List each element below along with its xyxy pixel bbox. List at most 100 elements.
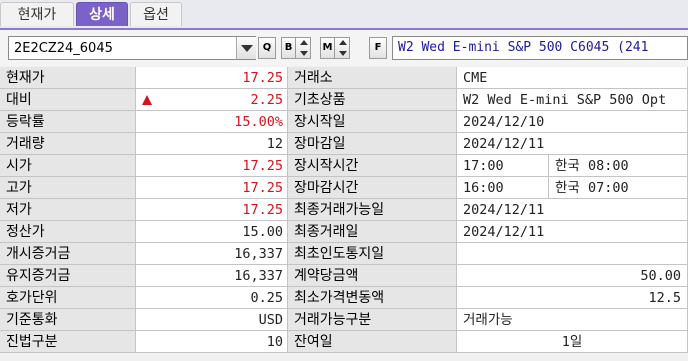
tab-detail[interactable]: 상세 <box>76 2 128 26</box>
b-label: B <box>284 42 293 53</box>
detail-row: 호가단위 0.25 최소가격변동액 12.5 <box>0 287 688 309</box>
left-value: 17.25 <box>136 155 288 177</box>
left-value: 15.00% <box>136 111 288 133</box>
left-label: 대비 <box>0 89 136 111</box>
right-value: 2024/12/11 <box>457 199 688 221</box>
right-value: 2024/12/11 <box>457 221 688 243</box>
detail-row: 고가 17.25 장마감시간 16:00 한국 07:00 <box>0 177 688 199</box>
right-value: 16:00 <box>457 177 549 199</box>
right-value: 1일 <box>457 331 688 353</box>
left-label: 기준통화 <box>0 309 136 331</box>
right-label: 최소가격변동액 <box>288 287 457 309</box>
detail-row: 개시증거금 16,337 최초인도통지일 <box>0 243 688 265</box>
symbol-dropdown-button[interactable] <box>236 37 256 59</box>
left-value-text: 17.25 <box>242 158 283 174</box>
detail-grid: 현재가 17.25 거래소 CME 대비 2.25 기초상품 W2 Wed E-mini S&… <box>0 67 688 361</box>
left-value-text: 17.25 <box>242 202 283 218</box>
right-value-local-time: 한국 07:00 <box>549 177 688 199</box>
search-icon: Q <box>262 42 272 53</box>
right-value: 2024/12/10 <box>457 111 688 133</box>
detail-row: 유지증거금 16,337 계약당금액 50.00 <box>0 265 688 287</box>
right-value: 17:00 <box>457 155 549 177</box>
detail-row: 대비 2.25 기초상품 W2 Wed E-mini S&P 500 Opt <box>0 89 688 111</box>
m-button[interactable]: M <box>320 37 334 59</box>
left-value-text: 17.25 <box>242 180 283 196</box>
left-label: 등락률 <box>0 111 136 133</box>
m-stepper[interactable] <box>334 37 350 59</box>
left-value: 17.25 <box>136 177 288 199</box>
detail-row: 저가 17.25 최종거래가능일 2024/12/11 <box>0 199 688 221</box>
left-value-text: 0.25 <box>250 290 283 306</box>
right-value <box>457 243 688 265</box>
left-value: 16,337 <box>136 243 288 265</box>
symbol-combobox[interactable] <box>8 36 256 60</box>
left-value-text: 17.25 <box>242 70 283 86</box>
tab-current-price[interactable]: 현재가 <box>0 2 74 26</box>
tab-bar: 현재가 상세 옵션 <box>0 0 688 30</box>
right-value: W2 Wed E-mini S&P 500 Opt <box>457 89 688 111</box>
right-value: 12.5 <box>457 287 688 309</box>
search-button[interactable]: Q <box>258 37 276 59</box>
left-value: 15.00 <box>136 221 288 243</box>
detail-row: 진법구분 10 잔여일 1일 <box>0 331 688 353</box>
detail-row: 시가 17.25 장시작시간 17:00 한국 08:00 <box>0 155 688 177</box>
f-icon: F <box>374 42 382 53</box>
triangle-down-icon[interactable] <box>300 51 308 56</box>
triangle-up-icon[interactable] <box>300 40 308 45</box>
symbol-input[interactable] <box>14 37 224 59</box>
chevron-down-icon <box>241 45 253 52</box>
left-value-text: 12 <box>266 136 283 152</box>
right-label: 최종거래일 <box>288 221 457 243</box>
m-label: M <box>322 42 333 53</box>
left-label: 개시증거금 <box>0 243 136 265</box>
left-value: 17.25 <box>136 67 288 89</box>
left-label: 시가 <box>0 155 136 177</box>
detail-row: 등락률 15.00% 장시작일 2024/12/10 <box>0 111 688 133</box>
b-button[interactable]: B <box>281 37 295 59</box>
right-label: 장시작시간 <box>288 155 457 177</box>
detail-row: 현재가 17.25 거래소 CME <box>0 67 688 89</box>
triangle-up-icon[interactable] <box>339 40 347 45</box>
instrument-name-field: W2 Wed E-mini S&P 500 C6045 (241 <box>392 36 688 60</box>
f-button[interactable]: F <box>369 37 387 59</box>
right-label: 기초상품 <box>288 89 457 111</box>
left-label: 현재가 <box>0 67 136 89</box>
right-value: 거래가능 <box>457 309 688 331</box>
left-value-text: 15.00 <box>242 224 283 240</box>
left-label: 진법구분 <box>0 331 136 353</box>
right-value-local-time: 한국 08:00 <box>549 155 688 177</box>
left-label: 거래량 <box>0 133 136 155</box>
toolbar: Q B M F W2 Wed E-mini S&P 500 C6045 (241 <box>0 30 688 66</box>
tab-options[interactable]: 옵션 <box>130 2 182 26</box>
left-value: 2.25 <box>136 89 288 111</box>
right-value: CME <box>457 67 688 89</box>
right-value: 50.00 <box>457 265 688 287</box>
left-value: 12 <box>136 133 288 155</box>
left-value: 10 <box>136 331 288 353</box>
left-value-text: USD <box>258 312 283 328</box>
right-label: 잔여일 <box>288 331 457 353</box>
left-value-text: 15.00% <box>234 114 283 130</box>
right-label: 최종거래가능일 <box>288 199 457 221</box>
right-label: 최초인도통지일 <box>288 243 457 265</box>
left-value-text: 10 <box>266 334 283 350</box>
left-label: 저가 <box>0 199 136 221</box>
b-stepper[interactable] <box>295 37 311 59</box>
right-label: 장마감시간 <box>288 177 457 199</box>
right-label: 장시작일 <box>288 111 457 133</box>
triangle-down-icon[interactable] <box>339 51 347 56</box>
up-triangle-icon <box>142 95 152 105</box>
left-label: 유지증거금 <box>0 265 136 287</box>
left-label: 호가단위 <box>0 287 136 309</box>
right-label: 거래소 <box>288 67 457 89</box>
right-label: 거래가능구분 <box>288 309 457 331</box>
left-value: 0.25 <box>136 287 288 309</box>
left-label: 고가 <box>0 177 136 199</box>
detail-row: 기준통화 USD 거래가능구분 거래가능 <box>0 309 688 331</box>
detail-row: 정산가 15.00 최종거래일 2024/12/11 <box>0 221 688 243</box>
left-value-text: 2.25 <box>250 92 283 108</box>
left-value: 17.25 <box>136 199 288 221</box>
right-value: 2024/12/11 <box>457 133 688 155</box>
left-value-text: 16,337 <box>234 246 283 262</box>
right-label: 장마감일 <box>288 133 457 155</box>
